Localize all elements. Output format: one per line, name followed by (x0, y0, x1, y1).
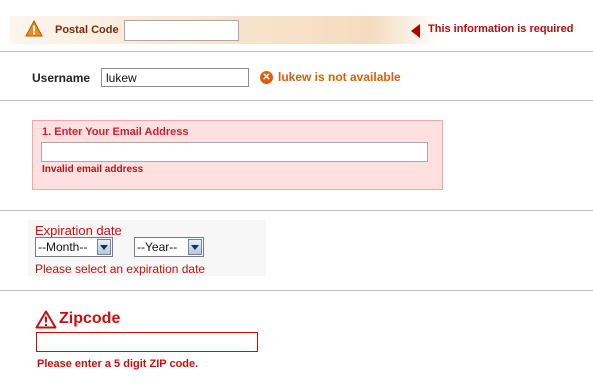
zipcode-input[interactable] (36, 332, 258, 352)
zipcode-error: Please enter a 5 digit ZIP code. (37, 358, 199, 370)
expiration-error: Please select an expiration date (35, 262, 206, 276)
email-input[interactable] (41, 142, 428, 162)
error-x-icon: ✕ (260, 71, 273, 84)
chevron-down-icon[interactable] (188, 239, 202, 255)
postal-code-label: Postal Code (55, 24, 119, 36)
error-pointer-arrow-icon (411, 24, 420, 38)
warning-triangle-icon (35, 310, 57, 329)
month-select-value: --Month-- (38, 240, 88, 254)
divider (0, 290, 593, 291)
warning-triangle-icon (25, 20, 43, 37)
divider (0, 100, 593, 101)
postal-code-error: This information is required (428, 23, 574, 35)
postal-code-input[interactable] (124, 20, 239, 41)
username-error: lukew is not available (278, 70, 401, 84)
year-select-value: --Year-- (137, 240, 178, 254)
year-select[interactable]: --Year-- (134, 237, 204, 257)
chevron-down-icon[interactable] (97, 239, 111, 255)
email-error: Invalid email address (42, 164, 144, 175)
username-label: Username (32, 71, 91, 85)
month-select[interactable]: --Month-- (35, 237, 113, 257)
email-label: 1. Enter Your Email Address (42, 126, 189, 138)
divider (0, 51, 593, 52)
divider (0, 210, 593, 211)
zipcode-label: Zipcode (59, 310, 121, 327)
username-input[interactable]: lukew (101, 68, 249, 87)
expiration-label: Expiration date (35, 223, 122, 238)
